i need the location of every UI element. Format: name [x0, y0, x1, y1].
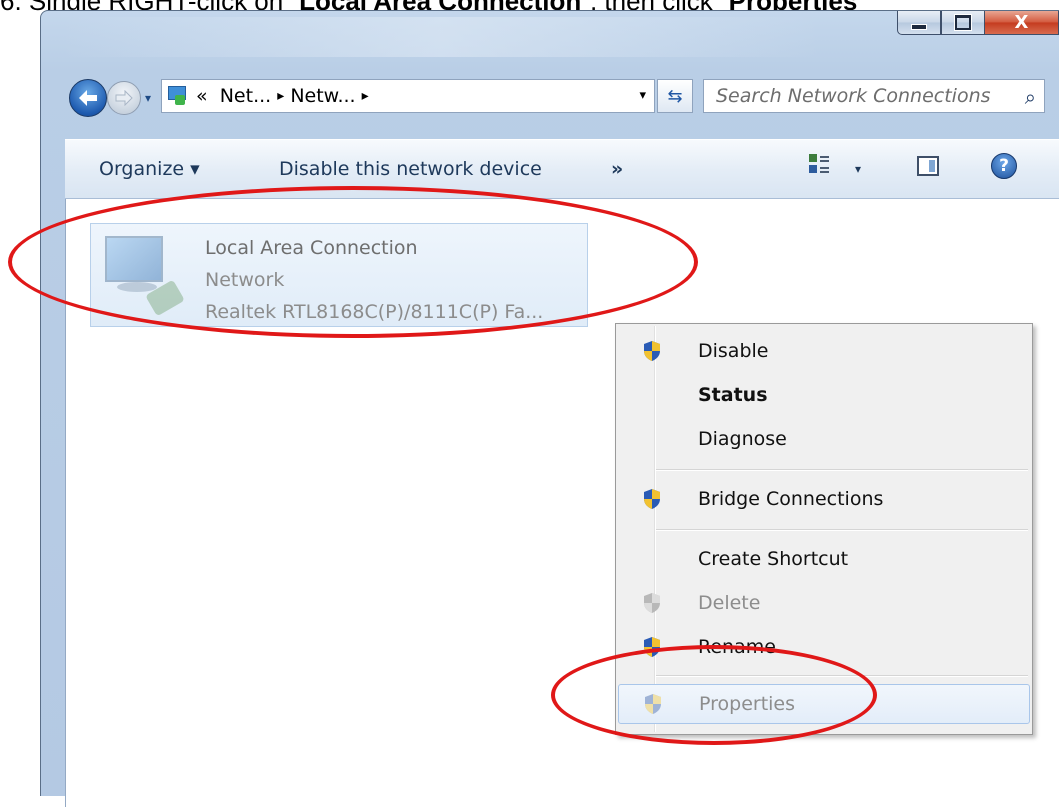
close-icon: X — [1014, 12, 1029, 33]
menu-separator — [656, 675, 1028, 677]
address-bar[interactable]: « Net... ▸ Netw... ▸ ▾ — [161, 79, 655, 113]
connection-adapter: Realtek RTL8168C(P)/8111C(P) Fa... — [205, 301, 544, 323]
caption-buttons: X — [897, 11, 1059, 43]
connection-details: Local Area Connection Network Realtek RT… — [205, 232, 543, 328]
local-area-connection-item[interactable]: Local Area Connection Network Realtek RT… — [90, 223, 588, 327]
forward-button[interactable] — [107, 81, 141, 115]
menu-separator — [656, 469, 1028, 471]
network-connections-window: X ▾ « Net... ▸ Netw... ▸ ▾ ⇆ Search Netw… — [40, 10, 1059, 807]
menu-item-label: Diagnose — [698, 428, 787, 450]
menu-item-label: Status — [698, 384, 768, 406]
network-adapter-icon — [101, 234, 187, 322]
menu-item-create-shortcut[interactable]: Create Shortcut — [618, 540, 1030, 580]
menu-item-disable[interactable]: Disable — [618, 332, 1030, 372]
breadcrumb-separator-icon[interactable]: ▸ — [362, 88, 369, 104]
connection-network: Network — [205, 269, 285, 291]
refresh-icon: ⇆ — [667, 85, 683, 107]
breadcrumb-separator-icon[interactable]: ▸ — [277, 88, 284, 104]
command-bar: Organize ▾ Disable this network device »… — [65, 139, 1059, 199]
connection-name: Local Area Connection — [205, 237, 418, 259]
menu-item-label: Rename — [698, 636, 776, 658]
disable-device-button[interactable]: Disable this network device — [279, 158, 542, 180]
close-button[interactable]: X — [985, 11, 1059, 35]
network-connections-icon — [166, 85, 188, 107]
menu-item-diagnose[interactable]: Diagnose — [618, 420, 1030, 460]
help-icon: ? — [991, 153, 1017, 179]
preview-pane-icon — [917, 156, 939, 176]
back-arrow-icon — [79, 90, 97, 106]
uac-shield-icon — [642, 488, 662, 510]
back-button[interactable] — [69, 79, 107, 117]
menu-item-label: Create Shortcut — [698, 548, 849, 570]
context-menu: Disable Status Diagnose Bridge Connectio… — [615, 323, 1033, 735]
uac-shield-icon — [642, 636, 662, 658]
uac-shield-icon — [642, 340, 662, 362]
maximize-button[interactable] — [941, 11, 985, 35]
menu-separator — [656, 529, 1028, 531]
menu-item-properties[interactable]: Properties — [618, 684, 1030, 724]
maximize-icon — [955, 15, 971, 30]
minimize-button[interactable] — [897, 11, 941, 35]
menu-item-label: Disable — [698, 340, 769, 362]
views-dropdown-icon[interactable]: ▾ — [855, 162, 861, 176]
organize-button[interactable]: Organize ▾ — [99, 158, 200, 180]
search-input[interactable]: Search Network Connections — [716, 85, 991, 107]
recent-pages-dropdown[interactable]: ▾ — [145, 91, 151, 105]
title-bar — [61, 17, 821, 57]
search-icon[interactable]: ⌕ — [1025, 85, 1036, 109]
breadcrumb-network[interactable]: Net... — [220, 85, 271, 107]
address-dropdown-icon[interactable]: ▾ — [639, 88, 646, 103]
views-icon — [809, 154, 829, 176]
more-commands-button[interactable]: » — [611, 158, 623, 180]
forward-arrow-icon — [115, 90, 133, 106]
connections-list: Local Area Connection Network Realtek RT… — [65, 199, 1059, 807]
minimize-icon — [911, 23, 927, 30]
menu-item-rename[interactable]: Rename — [618, 628, 1030, 668]
uac-shield-faded-icon — [643, 693, 663, 715]
search-box[interactable]: Search Network Connections ⌕ — [703, 79, 1045, 113]
change-view-button[interactable] — [809, 154, 829, 176]
menu-item-bridge-connections[interactable]: Bridge Connections — [618, 480, 1030, 520]
navigation-bar: ▾ « Net... ▸ Netw... ▸ ▾ ⇆ Search Networ… — [65, 75, 1045, 121]
preview-pane-button[interactable] — [917, 156, 939, 176]
breadcrumb-overflow[interactable]: « — [196, 85, 208, 107]
menu-item-label: Bridge Connections — [698, 488, 884, 510]
breadcrumb-network-connections[interactable]: Netw... — [290, 85, 355, 107]
help-button[interactable]: ? — [991, 153, 1017, 179]
uac-shield-disabled-icon — [642, 592, 662, 614]
menu-item-label: Delete — [698, 592, 761, 614]
menu-item-label: Properties — [699, 693, 796, 715]
menu-item-delete[interactable]: Delete — [618, 584, 1030, 624]
menu-item-status[interactable]: Status — [618, 376, 1030, 416]
refresh-button[interactable]: ⇆ — [657, 79, 693, 113]
